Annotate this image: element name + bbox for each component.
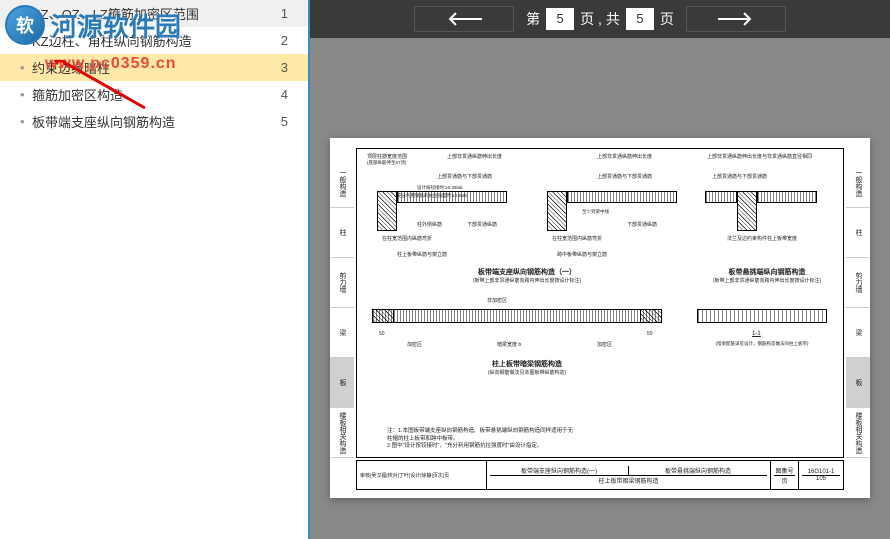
current-page-input[interactable]: 5 <box>546 8 574 30</box>
page-side-tabs-right: 一般构造 柱 剪力墙 梁 板 楼板相关构造 <box>846 158 870 458</box>
drawing-content: 顶层柱筋宽度范围 (底部纵筋伸至67顶) 上部非贯通纵筋伸出长度 上部非贯通纵筋… <box>356 148 844 458</box>
toc-item[interactable]: •KZ边柱、角柱纵向钢筋构造 2 <box>0 27 308 54</box>
toc-item[interactable]: •箍筋加密区构造 4 <box>0 81 308 108</box>
arrow-right-icon <box>716 11 756 27</box>
drawing-title-block: 审核|吴汉福|校对|丁叶|设计|徐静|页次|页 板带端支座纵向钢筋构造(一) 板… <box>356 460 844 490</box>
total-pages-display: 5 <box>626 8 654 30</box>
document-scroll-area[interactable]: 一般构造 柱 剪力墙 梁 板 楼板相关构造 一般构造 柱 剪力墙 梁 板 楼板相… <box>310 38 890 539</box>
arrow-left-icon <box>444 11 484 27</box>
next-page-button[interactable] <box>686 6 786 32</box>
toc-page-number: 4 <box>281 87 296 102</box>
toc-sidebar: 软 河源软件园 www.pc0359.cn •KZ、QZ、LZ箍筋加密区范围 1… <box>0 0 310 539</box>
toc-page-number: 1 <box>281 6 296 21</box>
toc-page-number: 2 <box>281 33 296 48</box>
toc-item[interactable]: •板带端支座纵向钢筋构造 5 <box>0 108 308 135</box>
drawing-notes: 注：1.本图板带端支座纵向钢筋构造、板带悬挑端纵向钢筋构造同样适用于无 柱帽的柱… <box>387 428 573 451</box>
toc-page-number: 5 <box>281 114 296 129</box>
prev-page-button[interactable] <box>414 6 514 32</box>
document-page: 一般构造 柱 剪力墙 梁 板 楼板相关构造 一般构造 柱 剪力墙 梁 板 楼板相… <box>330 138 870 498</box>
toc-page-number: 3 <box>281 60 296 75</box>
viewer-toolbar: 第 5 页 , 共 5 页 <box>310 0 890 38</box>
toc-item-selected[interactable]: •约束边缘暗柱 3 <box>0 54 308 81</box>
toc-item[interactable]: •KZ、QZ、LZ箍筋加密区范围 1 <box>0 0 308 27</box>
document-viewer: 第 5 页 , 共 5 页 一般构造 柱 剪力墙 梁 板 楼板相关 <box>310 0 890 539</box>
page-indicator: 第 5 页 , 共 5 页 <box>526 8 674 30</box>
page-side-tabs-left: 一般构造 柱 剪力墙 梁 板 楼板相关构造 <box>330 158 354 458</box>
